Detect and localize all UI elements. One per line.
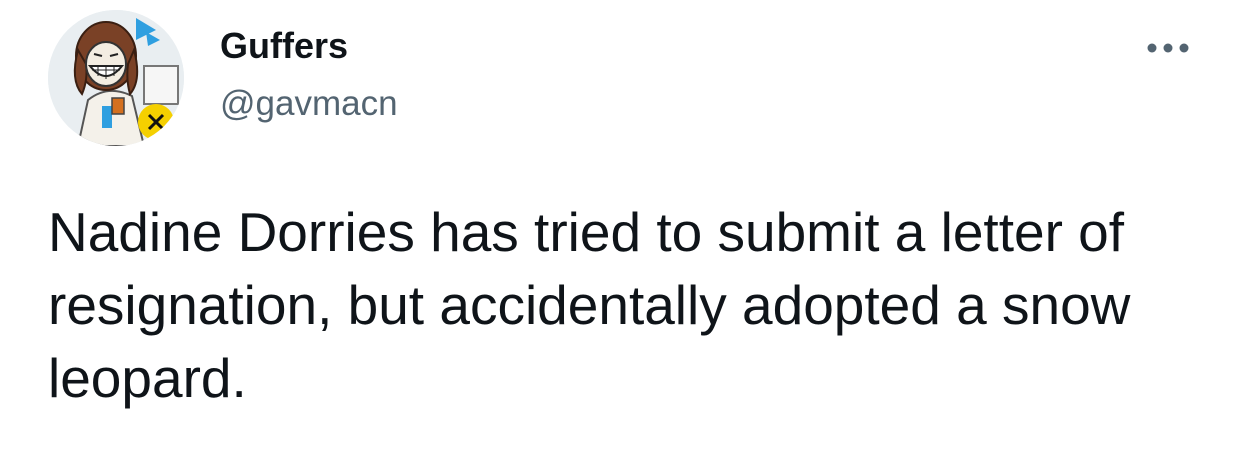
tweet-text: Nadine Dorries has tried to submit a let… [48, 201, 1131, 409]
author-display-name[interactable]: Guffers [220, 24, 348, 68]
avatar[interactable] [48, 10, 184, 146]
more-options-icon [1147, 43, 1189, 53]
cartoon-avatar-icon [48, 10, 184, 146]
tweet-card: Guffers @gavmacn Nadine Dorries has trie… [0, 0, 1242, 474]
more-options-button[interactable] [1138, 32, 1198, 64]
author-handle[interactable]: @gavmacn [220, 82, 398, 126]
